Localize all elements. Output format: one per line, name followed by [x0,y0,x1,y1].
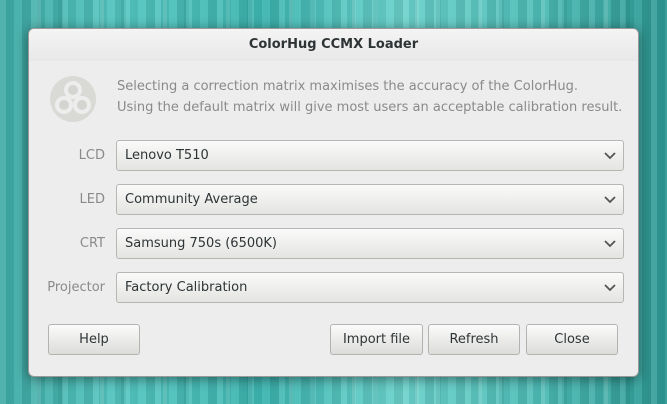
intro-line-2: Using the default matrix will give most … [117,100,623,115]
led-selected-value: Community Average [125,192,258,207]
refresh-button[interactable]: Refresh [428,324,520,355]
chevron-down-icon [604,240,616,248]
chevron-down-icon [604,196,616,204]
led-combobox[interactable]: Community Average [116,184,624,215]
lcd-row: LCD Lenovo T510 [29,140,638,171]
led-row: LED Community Average [29,184,638,215]
close-button[interactable]: Close [526,324,618,355]
import-file-button[interactable]: Import file [330,324,423,355]
crt-selected-value: Samsung 750s (6500K) [125,236,277,251]
window-title: ColorHug CCMX Loader [29,29,638,61]
lcd-selected-value: Lenovo T510 [125,148,209,163]
projector-combobox[interactable]: Factory Calibration [116,272,624,303]
intro-section: Selecting a correction matrix maximises … [47,73,627,125]
help-button[interactable]: Help [48,324,140,355]
chevron-down-icon [604,152,616,160]
projector-row: Projector Factory Calibration [29,272,638,303]
lcd-combobox[interactable]: Lenovo T510 [116,140,624,171]
crt-combobox[interactable]: Samsung 750s (6500K) [116,228,624,259]
chevron-down-icon [604,284,616,292]
projector-label: Projector [47,280,105,295]
crt-label: CRT [79,236,105,251]
led-label: LED [79,192,105,207]
projector-selected-value: Factory Calibration [125,280,248,295]
colorhug-logo-icon [50,76,96,122]
ccmx-loader-dialog: ColorHug CCMX Loader Selecting a correct… [28,28,639,377]
intro-description: Selecting a correction matrix maximises … [117,76,622,118]
lcd-label: LCD [78,148,105,163]
crt-row: CRT Samsung 750s (6500K) [29,228,638,259]
intro-line-1: Selecting a correction matrix maximises … [117,79,579,94]
